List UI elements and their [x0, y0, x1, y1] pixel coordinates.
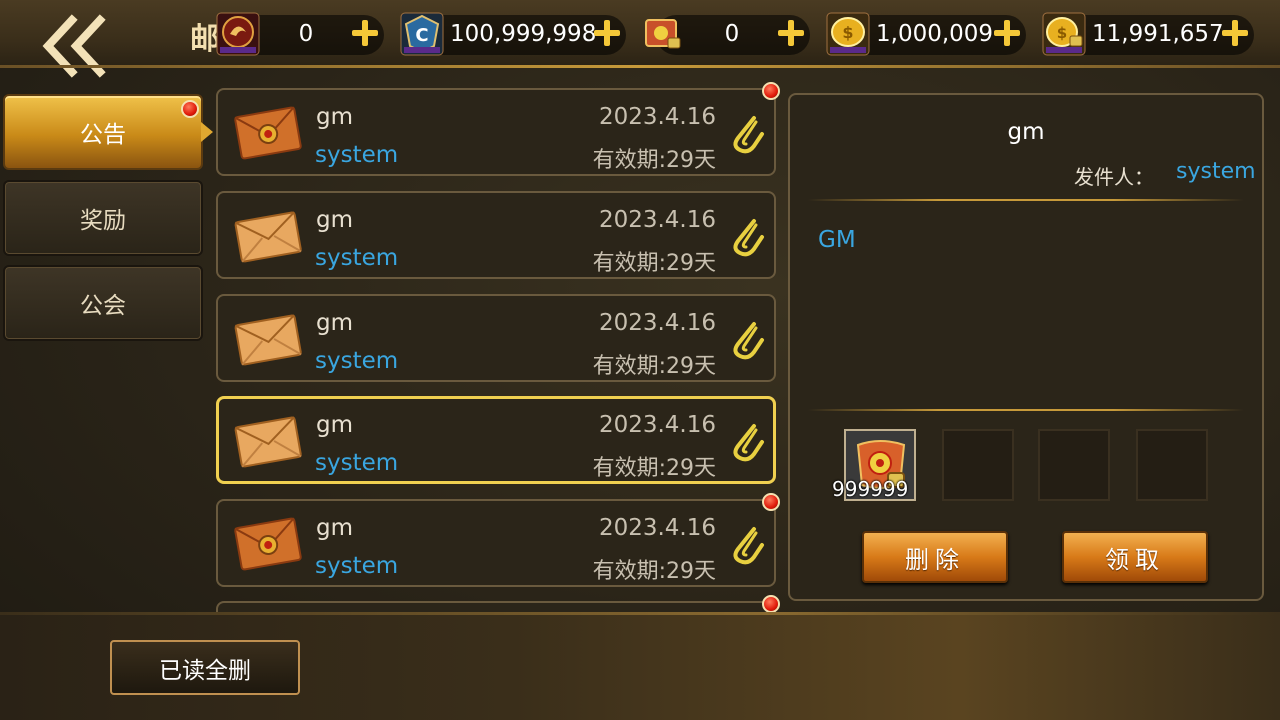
add-currency-plus-icon[interactable]: [992, 18, 1022, 48]
mail-item[interactable]: gm system 2023.4.16 有效期:29天: [216, 294, 776, 382]
sealed-envelope-icon: [234, 106, 302, 160]
mail-title: gm: [316, 310, 354, 336]
attachment-slot-empty: [1038, 429, 1110, 501]
mail-title: gm: [316, 515, 354, 541]
add-currency-plus-icon[interactable]: [350, 18, 380, 48]
currency-value: 1,000,009: [876, 21, 994, 47]
paperclip-icon: [733, 424, 764, 462]
mail-title: gm: [316, 104, 354, 130]
mail-detail-panel: gm 发件人： system GM 999999 删除 领取: [788, 93, 1264, 601]
mail-title: gm: [316, 207, 354, 233]
paperclip-icon: [733, 322, 764, 360]
tab-reward[interactable]: 奖励: [3, 180, 203, 256]
add-currency-plus-icon[interactable]: [776, 18, 806, 48]
tab-label: 公会: [80, 293, 126, 319]
delete-all-read-label: 已读全删: [159, 657, 251, 684]
mail-date: 2023.4.16: [598, 310, 716, 336]
currency-dragon-token: 0: [216, 12, 384, 58]
delete-all-read-button[interactable]: 已读全删: [110, 640, 300, 695]
currency-value: 0: [724, 21, 740, 47]
mail-date: 2023.4.16: [598, 207, 716, 233]
tab-announcement[interactable]: 公告: [3, 94, 213, 170]
paperclip-icon: [733, 527, 764, 565]
attachment-quantity: 999999: [832, 477, 909, 501]
tab-label: 奖励: [80, 208, 126, 234]
attachment-slot[interactable]: 999999: [832, 429, 916, 501]
delete-button[interactable]: 删除: [862, 531, 1008, 583]
currency-gold-coin: $ 1,000,009: [826, 12, 1026, 58]
mail-expiry: 有效期:29天: [592, 456, 716, 481]
mail-sender: system: [315, 245, 399, 271]
mail-sender: system: [315, 450, 399, 476]
add-currency-plus-icon[interactable]: [592, 18, 622, 48]
svg-text:C: C: [415, 25, 428, 46]
detail-title: gm: [1007, 119, 1045, 145]
currency-c-gem: C 100,999,998: [400, 12, 626, 58]
tab-label: 公告: [80, 122, 126, 148]
detail-body: GM: [818, 227, 856, 253]
detail-sender-label: 发件人：: [1074, 165, 1154, 189]
unread-dot-icon: [762, 493, 780, 511]
tab-guild[interactable]: 公会: [3, 265, 203, 341]
unread-dot-icon: [762, 595, 780, 613]
mail-date: 2023.4.16: [598, 104, 716, 130]
back-double-chevron-icon[interactable]: [38, 14, 110, 78]
c-shield-gem-icon: C: [400, 12, 444, 56]
mail-date: 2023.4.16: [598, 412, 716, 438]
notice-dot-icon: [181, 100, 199, 118]
mail-item[interactable]: gm system 2023.4.16 有效期:29天: [216, 82, 780, 176]
locked-gold-coin-icon: $: [1042, 12, 1086, 56]
mail-expiry: 有效期:29天: [592, 251, 716, 276]
attachment-slot-empty: [1136, 429, 1208, 501]
currency-value: 0: [298, 21, 314, 47]
locked-scroll-icon: [645, 19, 681, 49]
mail-title: gm: [316, 412, 354, 438]
currency-locked-gold-coin: $ 11,991,657: [1042, 12, 1254, 58]
currency-locked-scroll: 0: [642, 12, 810, 58]
unread-dot-icon: [762, 82, 780, 100]
svg-text:$: $: [1057, 24, 1067, 42]
active-tab-pointer: [201, 122, 213, 142]
claim-button[interactable]: 领取: [1062, 531, 1208, 583]
top-bar: 邮 0 C 100,999,998 0 $ 1,000,009 $ 11,991…: [0, 0, 1280, 78]
add-currency-plus-icon[interactable]: [1220, 18, 1250, 48]
mail-item[interactable]: gm system 2023.4.16 有效期:29天: [216, 493, 780, 587]
divider: [808, 199, 1244, 201]
paperclip-icon: [733, 116, 764, 154]
dragon-token-icon: [216, 12, 260, 56]
sealed-envelope-icon: [234, 517, 302, 571]
open-envelope-icon: [234, 416, 302, 468]
mail-expiry: 有效期:29天: [592, 354, 716, 379]
mail-item[interactable]: gm system 2023.4.16 有效期:29天: [216, 191, 776, 279]
delete-button-label: 删除: [905, 545, 965, 574]
detail-sender: system: [1176, 159, 1256, 184]
divider: [808, 409, 1244, 411]
paperclip-icon: [733, 219, 764, 257]
currency-value: 11,991,657: [1092, 21, 1224, 47]
claim-button-label: 领取: [1105, 545, 1165, 574]
mail-sender: system: [315, 142, 399, 168]
gold-coin-icon: $: [826, 12, 870, 56]
svg-text:$: $: [842, 23, 853, 42]
mail-expiry: 有效期:29天: [592, 559, 716, 584]
mail-date: 2023.4.16: [598, 515, 716, 541]
mail-sender: system: [315, 553, 399, 579]
open-envelope-icon: [234, 314, 302, 366]
mail-expiry: 有效期:29天: [592, 148, 716, 173]
attachment-slot-empty: [942, 429, 1014, 501]
mail-sender: system: [315, 348, 399, 374]
mail-item-selected[interactable]: gm system 2023.4.16 有效期:29天: [216, 396, 776, 484]
open-envelope-icon: [234, 211, 302, 263]
currency-value: 100,999,998: [450, 21, 597, 47]
